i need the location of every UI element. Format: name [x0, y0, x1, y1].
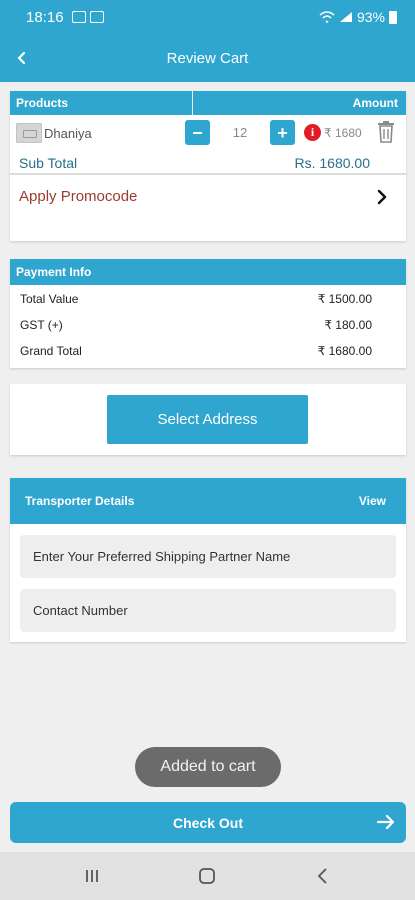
promocode-label: Apply Promocode	[19, 188, 138, 205]
status-bar: 18:16 93%	[0, 0, 415, 34]
checkout-label: Check Out	[172, 814, 243, 831]
decrease-quantity-button[interactable]: −	[185, 120, 210, 145]
product-thumbnail	[16, 123, 42, 143]
products-card: Products Amount Dhaniya − 12 + i ₹ 1680 …	[10, 91, 406, 241]
back-arrow-icon	[17, 51, 26, 65]
grand-total-label: Grand Total	[20, 344, 82, 358]
added-to-cart-toast: Added to cart	[135, 747, 281, 787]
chevron-right-icon	[377, 189, 387, 205]
total-value-label: Total Value	[20, 292, 79, 306]
info-icon[interactable]: i	[304, 124, 321, 141]
contact-number-input[interactable]: Contact Number	[20, 589, 396, 632]
gst-label: GST (+)	[20, 318, 63, 332]
amount-column-header: Amount	[352, 96, 398, 110]
transporter-header: Transporter Details View	[10, 478, 406, 524]
app-bar: Review Cart	[0, 34, 415, 82]
notification-icons	[71, 11, 104, 23]
payment-info-card: Payment Info Total Value ₹ 1500.00 GST (…	[10, 259, 406, 368]
recents-icon[interactable]	[82, 866, 102, 886]
increase-quantity-button[interactable]: +	[270, 120, 295, 145]
back-button[interactable]	[10, 46, 34, 70]
subtotal-value: Rs. 1680.00	[294, 155, 371, 171]
nav-back-icon[interactable]	[313, 866, 333, 886]
product-name: Dhaniya	[44, 126, 92, 141]
home-icon[interactable]	[197, 866, 217, 886]
subtotal-label: Sub Total	[19, 155, 78, 171]
address-card: Select Address	[10, 384, 406, 455]
select-address-button[interactable]: Select Address	[107, 395, 308, 444]
gst-amount: ₹ 180.00	[324, 318, 372, 332]
shipping-partner-input[interactable]: Enter Your Preferred Shipping Partner Na…	[20, 535, 396, 578]
payment-info-header: Payment Info	[10, 259, 406, 285]
transporter-details-card: Transporter Details View Enter Your Pref…	[10, 478, 406, 642]
page-title: Review Cart	[166, 49, 249, 67]
products-column-header: Products	[16, 96, 69, 110]
product-amount: ₹ 1680	[324, 126, 362, 140]
grand-total-row: Grand Total ₹ 1680.00	[10, 337, 406, 363]
header-divider	[192, 91, 193, 115]
gallery-icon	[71, 11, 86, 23]
arrow-right-icon	[376, 814, 395, 830]
subtotal-row: Sub Total Rs. 1680.00	[10, 153, 406, 175]
grand-total-amount: ₹ 1680.00	[317, 344, 372, 358]
total-value-row: Total Value ₹ 1500.00	[10, 285, 406, 311]
apply-promocode-row[interactable]: Apply Promocode	[10, 175, 406, 229]
quantity-value[interactable]: 12	[210, 125, 270, 140]
signal-icon	[339, 12, 352, 22]
wifi-icon	[319, 11, 335, 23]
transporter-title: Transporter Details	[25, 494, 135, 508]
battery-percent: 93%	[356, 9, 385, 25]
system-nav-bar	[0, 852, 415, 900]
status-time: 18:16	[26, 8, 64, 26]
trash-icon[interactable]	[375, 120, 397, 144]
screen-icon	[89, 11, 104, 23]
status-right: 93%	[319, 9, 397, 25]
battery-icon	[389, 10, 397, 24]
view-link[interactable]: View	[359, 494, 386, 508]
products-header: Products Amount	[10, 91, 406, 115]
total-value-amount: ₹ 1500.00	[317, 292, 372, 306]
gst-row: GST (+) ₹ 180.00	[10, 311, 406, 337]
checkout-button[interactable]: Check Out	[10, 802, 406, 843]
product-row: Dhaniya − 12 + i ₹ 1680	[10, 115, 406, 153]
